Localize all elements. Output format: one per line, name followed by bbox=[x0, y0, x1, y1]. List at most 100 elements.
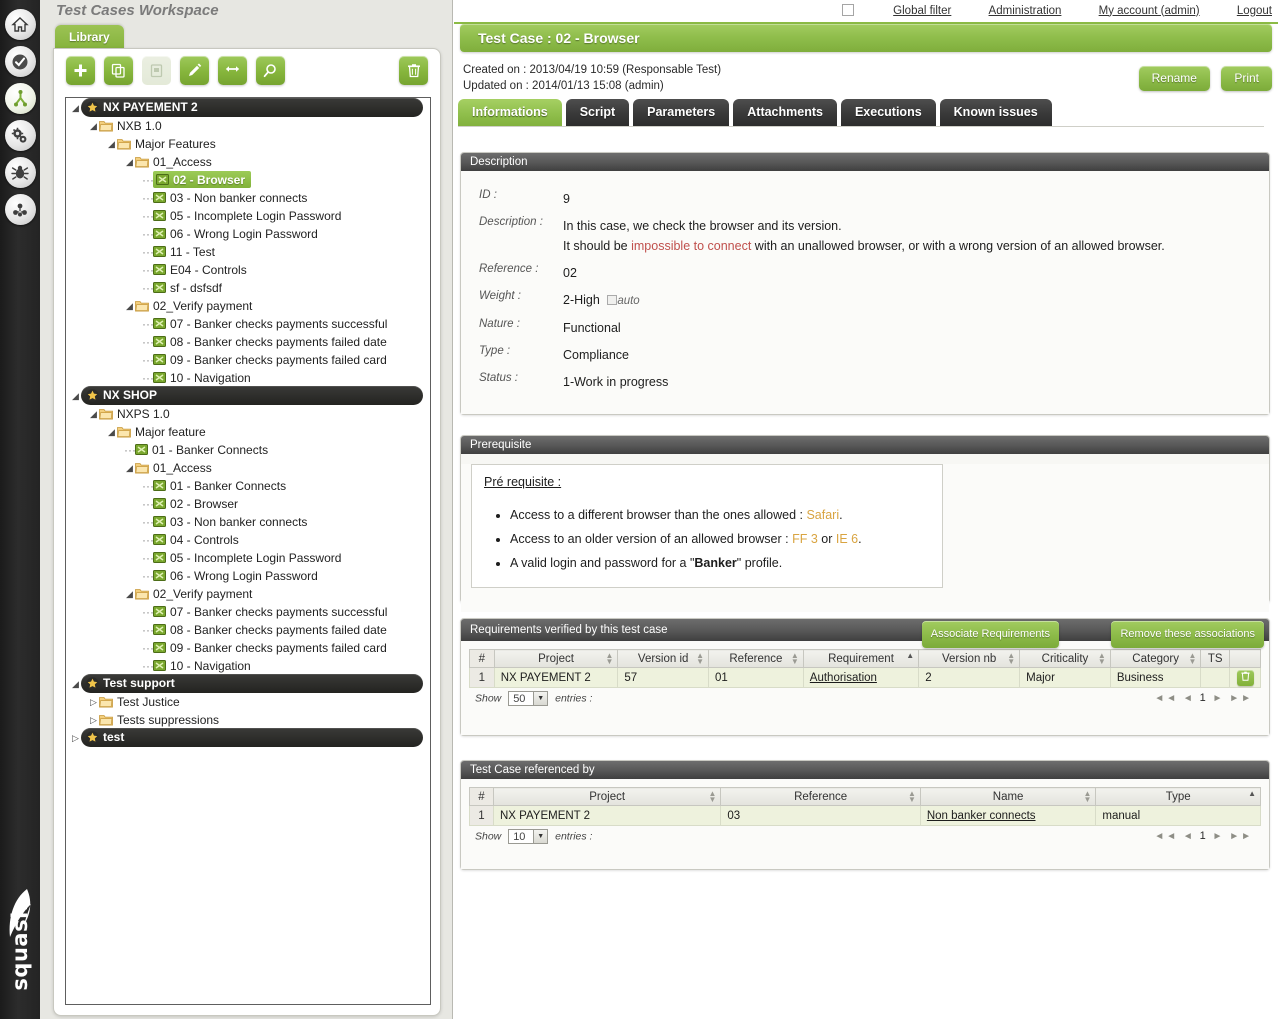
my-account-link[interactable]: My account (admin) bbox=[1099, 5, 1200, 17]
referenced-pager[interactable]: ◄◄ ◄ 1 ► ►► bbox=[1154, 830, 1253, 842]
tree-testcase-node-selected[interactable]: ···02 - Browser bbox=[66, 170, 430, 188]
rename-button[interactable] bbox=[180, 56, 209, 85]
test-case-tree[interactable]: ◢NX PAYEMENT 2◢NXB 1.0◢Major Features◢01… bbox=[65, 97, 431, 1005]
tree-project-row[interactable]: test bbox=[81, 728, 423, 747]
tree-testcase-node[interactable]: ···09 - Banker checks payments failed ca… bbox=[66, 638, 430, 656]
tree-testcase-node[interactable]: ···03 - Non banker connects bbox=[66, 512, 430, 530]
tree-testcase-node[interactable]: ···10 - Navigation bbox=[66, 368, 430, 386]
tab-executions[interactable]: Executions bbox=[841, 99, 936, 127]
expander-closed-icon[interactable]: ▷ bbox=[88, 711, 99, 729]
tree-testcase-node[interactable]: ···08 - Banker checks payments failed da… bbox=[66, 332, 430, 350]
expander-closed-icon[interactable]: ▷ bbox=[88, 693, 99, 711]
tree-project-row[interactable]: Test support bbox=[81, 674, 423, 693]
requirements-col-header[interactable]: # bbox=[470, 650, 495, 668]
cell-requirement[interactable]: Authorisation bbox=[803, 668, 918, 688]
tree-folder-node[interactable]: ▷Test Justice bbox=[66, 692, 430, 710]
pager-prev-icon[interactable]: ◄ bbox=[1183, 693, 1195, 704]
table-row[interactable]: 1NX PAYEMENT 25701Authorisation2MajorBus… bbox=[470, 668, 1261, 688]
expander-open-icon[interactable]: ◢ bbox=[124, 459, 135, 477]
associate-requirements-button[interactable]: Associate Requirements bbox=[922, 621, 1059, 648]
expander-open-icon[interactable]: ◢ bbox=[88, 117, 99, 135]
sort-toggle-icon[interactable]: ▲▼ bbox=[605, 653, 613, 665]
tree-testcase-node[interactable]: ···07 - Banker checks payments successfu… bbox=[66, 602, 430, 620]
requirements-col-header[interactable]: TS bbox=[1201, 650, 1230, 668]
tree-folder-node[interactable]: ◢02_Verify payment bbox=[66, 584, 430, 602]
home-icon[interactable] bbox=[5, 9, 36, 40]
tree-testcase-node[interactable]: ···05 - Incomplete Login Password bbox=[66, 206, 430, 224]
expander-open-icon[interactable]: ◢ bbox=[106, 135, 117, 153]
referenced-col-header[interactable]: Project▲▼ bbox=[493, 788, 720, 806]
requirements-col-header[interactable]: Category▲▼ bbox=[1110, 650, 1201, 668]
delete-button[interactable] bbox=[399, 56, 428, 85]
tree-folder-node[interactable]: ▷Tests suppressions bbox=[66, 710, 430, 728]
tab-parameters[interactable]: Parameters bbox=[633, 99, 729, 127]
tree-project-row[interactable]: NX PAYEMENT 2 bbox=[81, 98, 423, 117]
sort-toggle-icon[interactable]: ▲▼ bbox=[1083, 791, 1091, 803]
tab-library[interactable]: Library bbox=[55, 25, 124, 50]
reporting-icon[interactable] bbox=[5, 194, 36, 225]
print-button[interactable]: Print bbox=[1221, 66, 1272, 91]
tree-folder-node[interactable]: ◢02_Verify payment bbox=[66, 296, 430, 314]
search-button[interactable] bbox=[256, 56, 285, 85]
tab-known-issues[interactable]: Known issues bbox=[940, 99, 1052, 127]
referenced-col-header[interactable]: # bbox=[470, 788, 494, 806]
requirements-col-header[interactable]: Version nb▲▼ bbox=[919, 650, 1020, 668]
sort-toggle-icon[interactable]: ▲▼ bbox=[696, 653, 704, 665]
cell-name[interactable]: Non banker connects bbox=[920, 806, 1096, 826]
bug-icon[interactable] bbox=[5, 157, 36, 188]
expander-closed-icon[interactable]: ▷ bbox=[70, 729, 81, 747]
expander-open-icon[interactable]: ◢ bbox=[88, 405, 99, 423]
tree-testcase-node[interactable]: ···11 - Test bbox=[66, 242, 430, 260]
tree-folder-node[interactable]: ◢Major Features bbox=[66, 134, 430, 152]
referenced-col-header[interactable]: Name▲▼ bbox=[920, 788, 1096, 806]
logout-link[interactable]: Logout bbox=[1237, 5, 1272, 17]
tree-selected-wrap[interactable]: 02 - Browser bbox=[153, 171, 251, 188]
tree-testcase-node[interactable]: ···09 - Banker checks payments failed ca… bbox=[66, 350, 430, 368]
pager-prev-icon[interactable]: ◄ bbox=[1183, 831, 1195, 842]
referenced-test-case-link[interactable]: Non banker connects bbox=[927, 810, 1036, 822]
requirements-pager[interactable]: ◄◄ ◄ 1 ► ►► bbox=[1154, 692, 1253, 704]
tree-testcase-node[interactable]: ···06 - Wrong Login Password bbox=[66, 224, 430, 242]
global-filter-checkbox[interactable] bbox=[842, 4, 854, 16]
expander-open-icon[interactable]: ◢ bbox=[70, 675, 81, 693]
tree-testcase-node[interactable]: ···03 - Non banker connects bbox=[66, 188, 430, 206]
pager-first-icon[interactable]: ◄◄ bbox=[1154, 693, 1178, 704]
expander-open-icon[interactable]: ◢ bbox=[124, 297, 135, 315]
tree-testcase-node[interactable]: ···01 - Banker Connects bbox=[66, 476, 430, 494]
referenced-col-header[interactable]: Reference▲▼ bbox=[721, 788, 920, 806]
expander-open-icon[interactable]: ◢ bbox=[70, 99, 81, 117]
requirements-col-header[interactable]: Project▲▼ bbox=[494, 650, 618, 668]
tree-testcase-node[interactable]: ···08 - Banker checks payments failed da… bbox=[66, 620, 430, 638]
expander-open-icon[interactable]: ◢ bbox=[106, 423, 117, 441]
sort-toggle-icon[interactable]: ▲▼ bbox=[1098, 653, 1106, 665]
requirements-col-header[interactable]: Version id▲▼ bbox=[618, 650, 709, 668]
rename-test-case-button[interactable]: Rename bbox=[1139, 66, 1210, 91]
copy-button[interactable] bbox=[104, 56, 133, 85]
tab-informations[interactable]: Informations bbox=[458, 99, 562, 127]
global-filter-control[interactable]: Global filter bbox=[842, 4, 951, 17]
pager-last-icon[interactable]: ►► bbox=[1229, 693, 1253, 704]
move-button[interactable] bbox=[218, 56, 247, 85]
chevron-down-icon[interactable]: ▼ bbox=[533, 830, 547, 843]
pager-next-icon[interactable]: ► bbox=[1213, 831, 1225, 842]
sort-asc-icon[interactable]: ▲ bbox=[1248, 791, 1256, 797]
tree-testcase-node[interactable]: ···04 - Controls bbox=[66, 530, 430, 548]
requirements-col-header[interactable] bbox=[1230, 650, 1261, 668]
tree-testcase-node[interactable]: ···06 - Wrong Login Password bbox=[66, 566, 430, 584]
tree-project-node[interactable]: ◢NX SHOP bbox=[66, 386, 430, 404]
tree-testcase-node[interactable]: ···02 - Browser bbox=[66, 494, 430, 512]
tree-folder-node[interactable]: ◢01_Access bbox=[66, 458, 430, 476]
tree-testcase-node[interactable]: ···sf - dsfsdf bbox=[66, 278, 430, 296]
tree-testcase-node[interactable]: ···01 - Banker Connects bbox=[66, 440, 430, 458]
test-cases-tree-icon[interactable] bbox=[5, 83, 36, 114]
requirement-link[interactable]: Authorisation bbox=[810, 672, 877, 684]
gears-icon[interactable] bbox=[5, 120, 36, 151]
pager-first-icon[interactable]: ◄◄ bbox=[1154, 831, 1178, 842]
sort-asc-icon[interactable]: ▲ bbox=[906, 653, 914, 659]
tree-folder-node[interactable]: ◢01_Access bbox=[66, 152, 430, 170]
pager-next-icon[interactable]: ► bbox=[1213, 693, 1225, 704]
sort-toggle-icon[interactable]: ▲▼ bbox=[1007, 653, 1015, 665]
requirements-col-header[interactable]: Reference▲▼ bbox=[709, 650, 804, 668]
tree-testcase-node[interactable]: ···05 - Incomplete Login Password bbox=[66, 548, 430, 566]
sort-toggle-icon[interactable]: ▲▼ bbox=[791, 653, 799, 665]
